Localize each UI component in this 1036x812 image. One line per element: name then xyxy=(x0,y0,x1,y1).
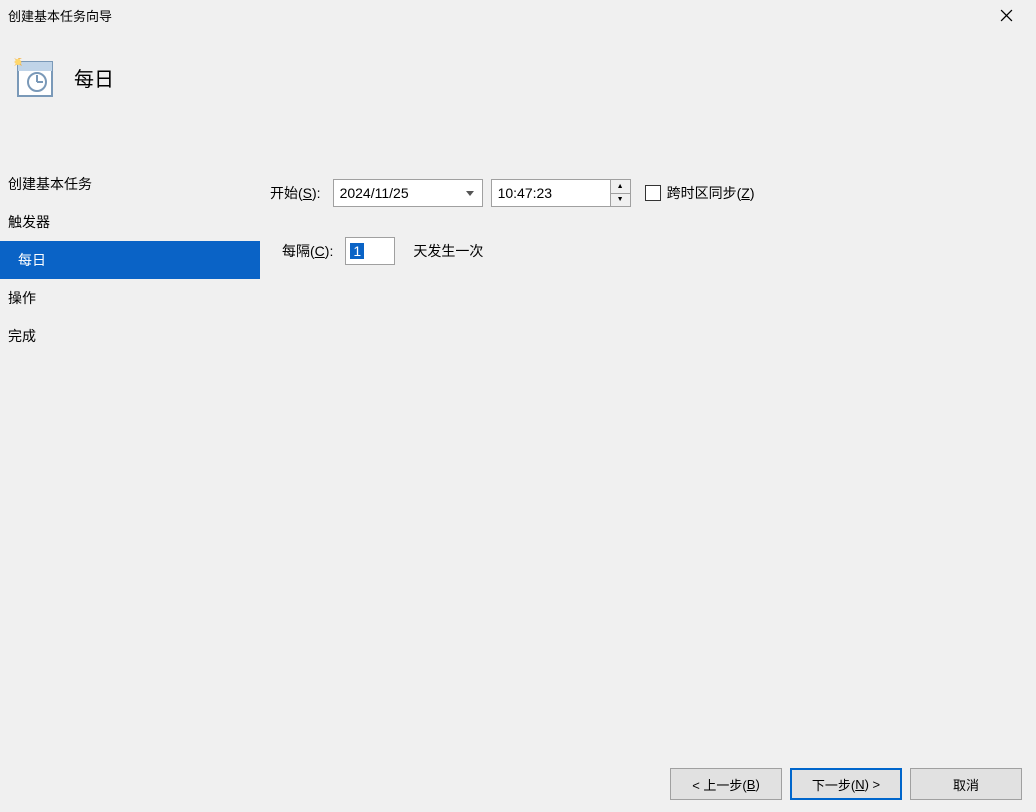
sync-label: 跨时区同步(Z) xyxy=(667,183,755,203)
start-time-input[interactable]: 10:47:23 ▲ ▼ xyxy=(491,179,631,207)
next-button[interactable]: 下一步(N) > xyxy=(790,768,902,800)
spinner-down-icon[interactable]: ▼ xyxy=(611,194,630,207)
cancel-button[interactable]: 取消 xyxy=(910,768,1022,800)
sidebar-item-finish[interactable]: 完成 xyxy=(0,317,260,355)
time-spinner[interactable]: ▲ ▼ xyxy=(610,180,630,206)
wizard-icon xyxy=(12,56,54,98)
back-button[interactable]: < 上一步(B) xyxy=(670,768,782,800)
interval-value: 1 xyxy=(350,243,364,259)
sidebar-item-action[interactable]: 操作 xyxy=(0,279,260,317)
interval-input[interactable]: 1 xyxy=(345,237,395,265)
close-button[interactable] xyxy=(986,3,1026,27)
sidebar-item-trigger[interactable]: 触发器 xyxy=(0,203,260,241)
close-icon xyxy=(1000,9,1013,22)
sidebar-item-daily[interactable]: 每日 xyxy=(0,241,260,279)
start-date-input[interactable]: 2024/11/25 xyxy=(333,179,483,207)
chevron-down-icon xyxy=(464,187,476,199)
sync-timezones-checkbox[interactable]: 跨时区同步(Z) xyxy=(645,183,755,203)
window-title: 创建基本任务向导 xyxy=(8,6,112,25)
sidebar-item-create-basic-task[interactable]: 创建基本任务 xyxy=(0,165,260,203)
start-date-value: 2024/11/25 xyxy=(340,185,409,201)
checkbox-box xyxy=(645,185,661,201)
wizard-steps: 创建基本任务 触发器 每日 操作 完成 xyxy=(0,165,260,756)
start-time-value: 10:47:23 xyxy=(498,185,553,201)
spinner-up-icon[interactable]: ▲ xyxy=(611,180,630,194)
interval-unit-label: 天发生一次 xyxy=(413,241,483,261)
page-title: 每日 xyxy=(74,63,114,92)
start-label: 开始(S): xyxy=(270,183,321,203)
interval-label: 每隔(C): xyxy=(282,241,333,261)
